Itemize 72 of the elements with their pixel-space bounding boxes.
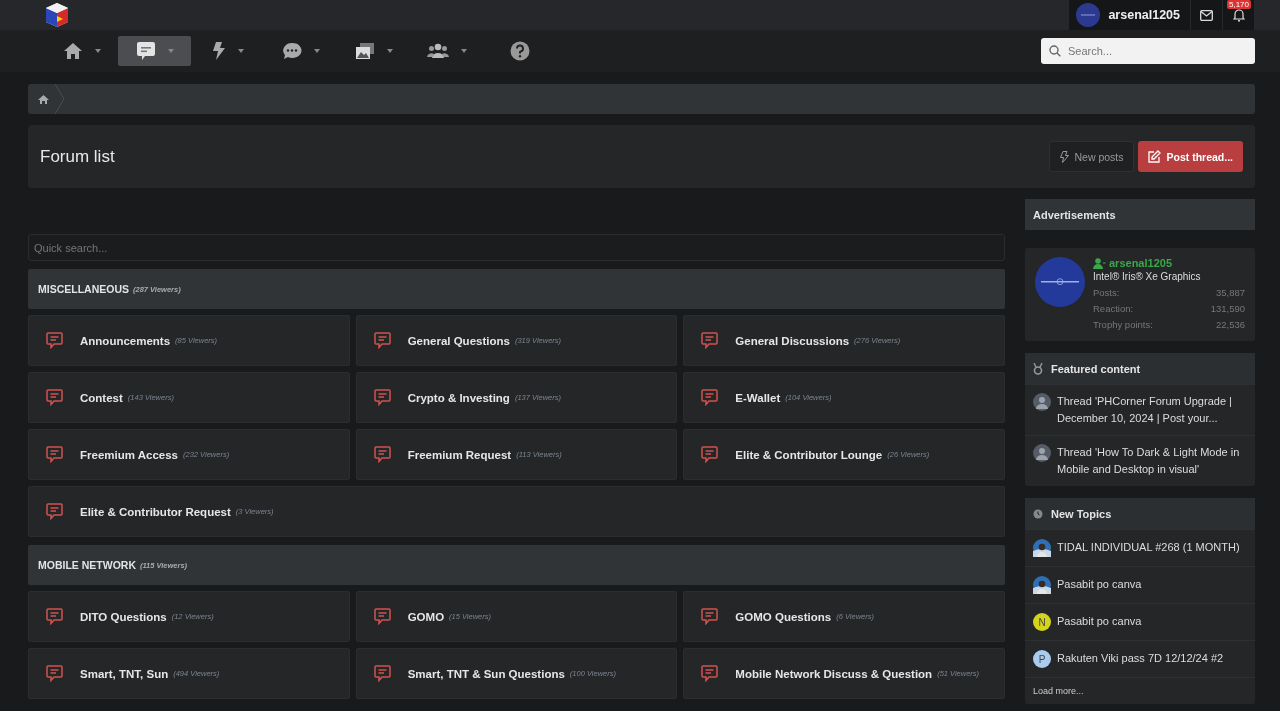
block-header: Advertisements [1025,199,1255,230]
speech-bubble-icon [46,608,63,625]
avatar-icon [1076,3,1101,27]
speech-bubble-icon [135,41,156,61]
speech-bubble-icon [373,332,391,349]
user-icon [1093,257,1106,269]
nav-tab[interactable] [118,36,191,66]
speech-bubble-icon [46,446,63,463]
clock-icon [1033,508,1043,519]
caret-icon [237,49,244,53]
user-title: Intel® Iris® Xe Graphics [1093,271,1202,282]
stat-label: Trophy points: [1093,318,1153,332]
stat-value: 35,887 [1215,286,1245,300]
stat-label: Posts: [1093,286,1120,300]
speech-bubble-icon [46,503,63,520]
speech-bubble-icon [46,332,63,349]
caret-icon [386,49,393,53]
home-icon [62,42,83,60]
speech-bubble-icon [701,446,719,463]
avatar-icon [1035,257,1085,307]
speech-bubble-icon [46,665,63,682]
topic-item[interactable]: Pasabit po canva [1025,566,1255,603]
speech-bubble-icon [373,665,391,682]
featured-item[interactable]: Thread 'PHCorner Forum Upgrade | December 10, 2024 | Post your... [1025,384,1255,435]
chat-icon [281,42,302,60]
speech-bubble-icon [373,446,391,463]
search-field[interactable]: Search... [1041,38,1255,64]
envelope-icon [1200,9,1213,21]
avatar-icon [1033,393,1051,411]
speech-bubble-icon [701,665,719,682]
speech-bubble-icon [701,389,719,406]
lightning-icon [1060,150,1070,163]
caret-icon [94,49,101,53]
stat-value: 131,590 [1210,302,1245,316]
topic-item[interactable]: TIDAL INDIVIDUAL #268 (1 MONTH) [1025,529,1255,566]
speech-bubble-icon [373,608,391,625]
edit-icon [1148,150,1162,163]
speech-bubble-icon [373,389,391,406]
speech-bubble-icon [46,389,63,406]
bell-icon [1232,8,1245,22]
letter-avatar: P [1033,650,1051,668]
users-icon [426,43,449,59]
caret-icon [167,49,174,53]
block-header: Featured content [1025,353,1255,384]
home-icon [37,94,49,104]
image-icon [354,42,375,60]
help-icon [509,41,530,61]
medal-icon [1033,362,1043,375]
letter-avatar: N [1033,613,1051,631]
caret-icon [313,49,320,53]
post-thread-button[interactable]: Post thread... [1138,141,1243,172]
stat-value: 22,536 [1215,318,1245,332]
avatar-icon [1033,444,1051,462]
quick-search-field[interactable]: Quick search... [28,234,1005,261]
lightning-icon [211,41,226,61]
topic-item[interactable]: P Rakuten Viki pass 7D 12/12/24 #2 [1025,640,1255,677]
stat-label: Reaction: [1093,302,1134,316]
speech-bubble-icon [701,332,719,349]
cube-logo-icon[interactable] [43,1,71,29]
load-more-link[interactable]: Load more... [1025,677,1255,704]
search-icon [1049,45,1061,57]
topic-item[interactable]: N Pasabit po canva [1025,603,1255,640]
caret-icon [460,49,467,53]
username: arsenal1205 [1108,8,1180,22]
profile-username[interactable]: arsenal1205 [1109,257,1172,269]
new-posts-button[interactable]: New posts [1049,141,1135,172]
featured-item[interactable]: Thread 'How To Dark & Light Mode in Mobile and Desktop in visual' [1025,435,1255,486]
chevron-icon [55,84,65,114]
notification-badge: 5,170 [1226,0,1251,9]
speech-bubble-icon [701,608,719,625]
page-title: Forum list [40,146,115,167]
block-header: New Topics [1025,498,1255,529]
